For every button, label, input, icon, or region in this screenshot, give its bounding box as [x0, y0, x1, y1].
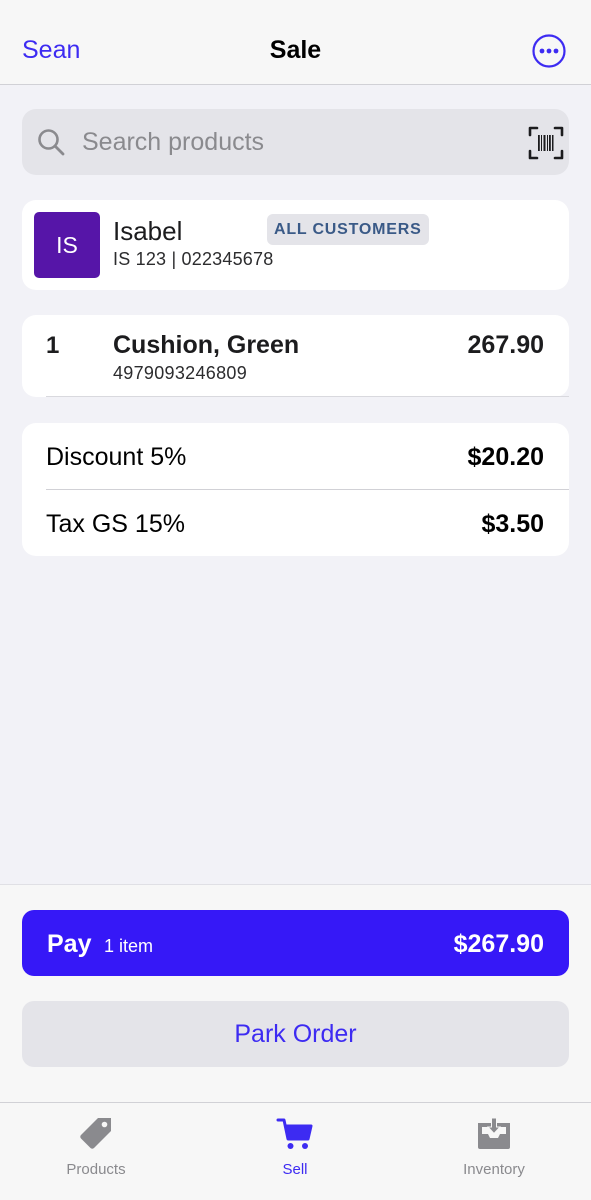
tab-label: Products — [66, 1161, 126, 1178]
line-item[interactable]: 1 Cushion, Green 4979093246809 267.90 — [22, 315, 569, 397]
magnifier-icon — [38, 129, 65, 156]
tax-label: Tax GS 15% — [46, 510, 185, 538]
pay-item-count: 1 item — [104, 936, 154, 956]
barcode-scan-icon[interactable] — [528, 125, 564, 161]
tax-value: $3.50 — [481, 510, 544, 538]
customer-card[interactable]: IS Isabel IS 123 | 022345678 ALL CUSTOME… — [22, 200, 569, 290]
tax-row[interactable]: Tax GS 15% $3.50 — [22, 490, 569, 556]
tab-sell[interactable]: Sell — [225, 1115, 365, 1185]
tab-products[interactable]: Products — [26, 1115, 166, 1185]
navigation-bar: Sean Sale — [0, 0, 591, 85]
pay-amount: $267.90 — [453, 930, 544, 958]
tab-label: Sell — [282, 1161, 308, 1178]
tab-label: Inventory — [463, 1161, 525, 1178]
page-title: Sale — [269, 36, 322, 64]
sale-screen: Sean Sale IS Isabel IS 123 | 022345678 — [0, 0, 591, 1200]
line-item-name: Cushion, Green — [113, 331, 300, 359]
line-item-sku: 4979093246809 — [113, 363, 248, 383]
divider — [46, 396, 569, 397]
customer-avatar: IS — [34, 212, 100, 278]
pay-button[interactable]: Pay 1 item $267.90 — [22, 910, 569, 976]
shopping-cart-icon — [276, 1118, 313, 1149]
pay-label: Pay — [47, 930, 92, 958]
tab-bar: Products Sell Inventory — [0, 1102, 591, 1200]
order-adjustments: Discount 5% $20.20 Tax GS 15% $3.50 — [22, 423, 569, 556]
discount-label: Discount 5% — [46, 443, 187, 471]
line-item-price: 267.90 — [467, 331, 544, 359]
search-input[interactable] — [82, 124, 482, 160]
customer-name: Isabel — [113, 216, 183, 246]
price-tag-icon — [80, 1118, 111, 1149]
inbox-download-icon — [478, 1117, 510, 1149]
customer-group-badge: ALL CUSTOMERS — [267, 214, 429, 245]
tab-inventory[interactable]: Inventory — [424, 1115, 564, 1185]
ellipsis-circle-icon[interactable] — [532, 34, 566, 68]
checkout-panel: Pay 1 item $267.90 Park Order — [0, 884, 591, 1102]
park-order-button[interactable]: Park Order — [22, 1001, 569, 1067]
discount-row[interactable]: Discount 5% $20.20 — [22, 423, 569, 489]
search-bar — [22, 109, 569, 175]
line-item-quantity: 1 — [46, 332, 60, 359]
customer-meta: IS 123 | 022345678 — [113, 249, 274, 269]
discount-value: $20.20 — [467, 443, 544, 471]
